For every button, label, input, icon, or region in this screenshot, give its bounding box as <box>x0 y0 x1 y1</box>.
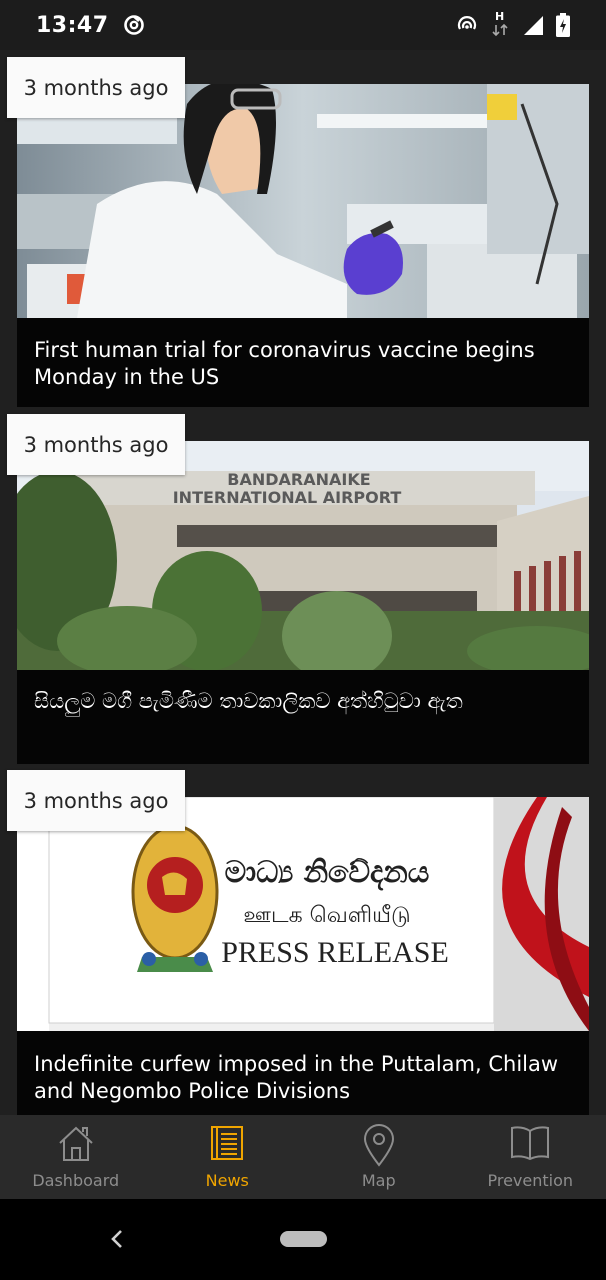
news-card[interactable]: මාධ්‍ය නිවේදනය ஊடக வெளியீடு PRESS RELEAS… <box>17 797 589 1115</box>
battery-icon <box>556 13 570 37</box>
home-icon <box>56 1123 96 1167</box>
status-time: 13:47 <box>36 12 109 38</box>
news-card-image <box>17 84 589 318</box>
airport-sign-line2: INTERNATIONAL AIRPORT <box>173 488 402 507</box>
news-card-title: සියලුම මගී පැමිණීම තාවකාලිකව අත්හිටුවා ඇ… <box>34 689 463 713</box>
nav-label: Dashboard <box>32 1171 120 1190</box>
back-button[interactable] <box>108 1227 126 1255</box>
nav-news[interactable]: News <box>152 1115 304 1199</box>
news-card-image: BANDARANAIKE INTERNATIONAL AIRPORT <box>17 441 589 670</box>
nav-label: Prevention <box>487 1171 574 1190</box>
bottom-navigation: Dashboard News Map Prevention <box>0 1115 606 1199</box>
signal-icon <box>522 14 544 36</box>
home-button[interactable] <box>280 1231 327 1247</box>
news-card[interactable]: First human trial for coronavirus vaccin… <box>17 84 589 407</box>
time-ago-badge: 3 months ago <box>7 57 185 118</box>
nav-map[interactable]: Map <box>303 1115 455 1199</box>
news-card-title: First human trial for coronavirus vaccin… <box>34 338 535 389</box>
map-pin-icon <box>359 1123 399 1171</box>
time-ago-badge: 3 months ago <box>7 414 185 475</box>
nav-label: News <box>205 1171 249 1190</box>
nav-dashboard[interactable]: Dashboard <box>0 1115 152 1199</box>
news-icon <box>207 1123 247 1167</box>
airport-sign-line1: BANDARANAIKE <box>227 470 370 489</box>
news-card[interactable]: BANDARANAIKE INTERNATIONAL AIRPORT සියලු… <box>17 441 589 764</box>
nav-label: Map <box>361 1171 396 1190</box>
press-release-tamil: ஊடக வெளியீடு <box>243 903 410 928</box>
hotspot-icon <box>456 15 478 35</box>
data-saver-icon <box>123 14 145 36</box>
status-bar: 13:47 H <box>0 0 606 50</box>
news-feed[interactable]: First human trial for coronavirus vaccin… <box>0 50 606 1115</box>
press-release-sinhala: මාධ්‍ය නිවේදනය <box>225 855 430 891</box>
time-ago-badge: 3 months ago <box>7 770 185 831</box>
system-navigation-bar <box>0 1199 606 1280</box>
book-icon <box>509 1123 551 1167</box>
news-card-image: මාධ්‍ය නිවේදනය ஊடக வெளியீடு PRESS RELEAS… <box>17 797 589 1031</box>
news-card-title: Indefinite curfew imposed in the Puttala… <box>34 1052 559 1103</box>
mobile-data-icon: H <box>490 10 510 37</box>
press-release-english: PRESS RELEASE <box>221 936 449 969</box>
nav-prevention[interactable]: Prevention <box>455 1115 606 1199</box>
